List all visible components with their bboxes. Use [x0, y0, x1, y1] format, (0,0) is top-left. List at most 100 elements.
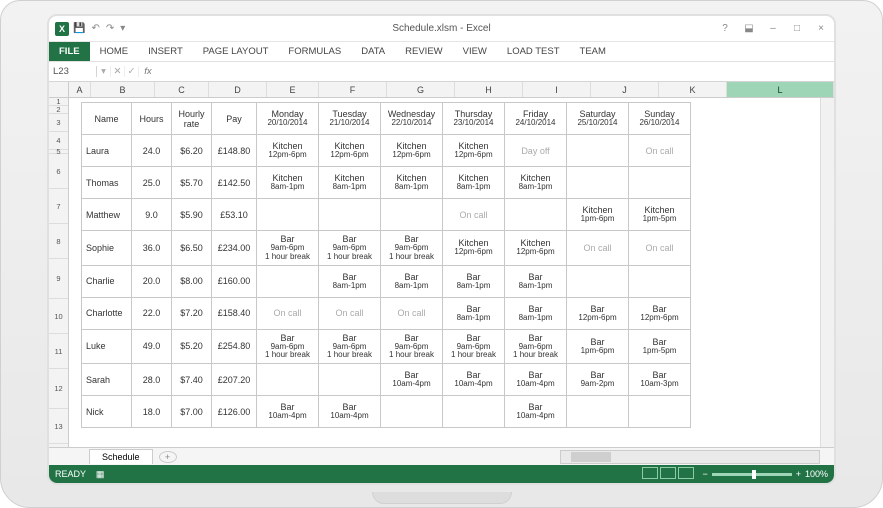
cell-shift[interactable] [567, 167, 629, 199]
cell-hours[interactable]: 20.0 [132, 265, 172, 297]
cell-shift[interactable]: Bar12pm-6pm [567, 297, 629, 329]
qat-customize-icon[interactable]: ▾ [120, 23, 125, 34]
qat-redo-icon[interactable]: ↷ [106, 23, 114, 34]
col-header[interactable]: K [659, 82, 727, 97]
cell-shift[interactable]: Bar12pm-6pm [629, 297, 691, 329]
cell-pay[interactable]: £148.80 [212, 135, 257, 167]
cell-rate[interactable]: $6.20 [172, 135, 212, 167]
cell-shift[interactable]: Kitchen8am-1pm [319, 167, 381, 199]
cell-name[interactable]: Sarah [82, 364, 132, 396]
cell-rate[interactable]: $8.00 [172, 265, 212, 297]
spreadsheet-grid[interactable]: NameHoursHourly ratePayMonday20/10/2014T… [69, 98, 820, 447]
cell-shift[interactable]: Bar8am-1pm [381, 265, 443, 297]
cell-name[interactable]: Sophie [82, 231, 132, 266]
tab-file[interactable]: FILE [49, 42, 90, 61]
cell-shift[interactable] [257, 364, 319, 396]
cell-shift[interactable]: Kitchen8am-1pm [505, 167, 567, 199]
cell-rate[interactable]: $7.00 [172, 396, 212, 428]
cell-rate[interactable]: $5.70 [172, 167, 212, 199]
cell-name[interactable]: Laura [82, 135, 132, 167]
cell-hours[interactable]: 28.0 [132, 364, 172, 396]
zoom-level[interactable]: 100% [805, 469, 828, 479]
vertical-scrollbar[interactable] [820, 98, 834, 447]
qat-save-icon[interactable]: 💾 [73, 23, 85, 34]
cell-shift[interactable]: Kitchen8am-1pm [381, 167, 443, 199]
row-header[interactable]: 9 [49, 259, 68, 299]
fx-icon[interactable]: fx [139, 66, 157, 77]
cell-shift[interactable]: Bar9am-6pm1 hour break [257, 231, 319, 266]
row-header[interactable]: 6 [49, 154, 68, 189]
cell-shift[interactable] [257, 199, 319, 231]
cell-shift[interactable] [629, 167, 691, 199]
formula-cancel-icon[interactable]: ✕ [111, 66, 125, 77]
macro-record-icon[interactable]: ▦ [96, 469, 105, 479]
col-header[interactable]: C [155, 82, 209, 97]
cell-hours[interactable]: 18.0 [132, 396, 172, 428]
cell-hours[interactable]: 49.0 [132, 329, 172, 364]
row-header[interactable]: 2 [49, 106, 68, 114]
cell-pay[interactable]: £207.20 [212, 364, 257, 396]
formula-enter-icon[interactable]: ✓ [125, 66, 139, 77]
row-header[interactable]: 12 [49, 369, 68, 409]
cell-shift[interactable]: Kitchen1pm-5pm [629, 199, 691, 231]
cell-name[interactable]: Matthew [82, 199, 132, 231]
cell-shift[interactable]: Bar10am-4pm [443, 364, 505, 396]
col-header-selected[interactable]: L [727, 82, 834, 97]
cell-name[interactable]: Charlie [82, 265, 132, 297]
row-header[interactable]: 13 [49, 409, 68, 444]
cell-hours[interactable]: 36.0 [132, 231, 172, 266]
cell-shift[interactable]: Kitchen8am-1pm [443, 167, 505, 199]
cell-shift[interactable] [257, 265, 319, 297]
cell-shift[interactable]: On call [629, 231, 691, 266]
cell-shift[interactable] [505, 199, 567, 231]
cell-rate[interactable]: $5.90 [172, 199, 212, 231]
cell-shift[interactable] [381, 199, 443, 231]
cell-shift[interactable]: Kitchen12pm-6pm [381, 135, 443, 167]
cell-name[interactable]: Charlotte [82, 297, 132, 329]
cell-hours[interactable]: 22.0 [132, 297, 172, 329]
cell-shift[interactable]: On call [443, 199, 505, 231]
cell-rate[interactable]: $5.20 [172, 329, 212, 364]
col-header[interactable]: B [91, 82, 155, 97]
tab-formulas[interactable]: FORMULAS [278, 42, 351, 61]
cell-pay[interactable]: £234.00 [212, 231, 257, 266]
col-header[interactable]: J [591, 82, 659, 97]
cell-shift[interactable]: Kitchen12pm-6pm [443, 231, 505, 266]
cell-shift[interactable] [567, 265, 629, 297]
view-switcher[interactable] [640, 467, 694, 481]
cell-shift[interactable] [629, 396, 691, 428]
col-header[interactable]: G [387, 82, 455, 97]
tab-home[interactable]: HOME [90, 42, 139, 61]
cell-shift[interactable] [567, 396, 629, 428]
cell-shift[interactable]: On call [319, 297, 381, 329]
cell-shift[interactable] [319, 364, 381, 396]
cell-pay[interactable]: £254.80 [212, 329, 257, 364]
cell-rate[interactable]: $6.50 [172, 231, 212, 266]
col-header[interactable]: I [523, 82, 591, 97]
sheet-tab-schedule[interactable]: Schedule [89, 449, 153, 464]
horizontal-scrollbar[interactable] [560, 450, 820, 464]
tab-page-layout[interactable]: PAGE LAYOUT [193, 42, 279, 61]
cell-shift[interactable]: Kitchen1pm-6pm [567, 199, 629, 231]
row-header[interactable]: 11 [49, 334, 68, 369]
cell-shift[interactable]: Kitchen12pm-6pm [257, 135, 319, 167]
row-header[interactable]: 7 [49, 189, 68, 224]
tab-insert[interactable]: INSERT [138, 42, 193, 61]
cell-shift[interactable]: On call [567, 231, 629, 266]
restore-button[interactable]: □ [790, 23, 804, 34]
cell-shift[interactable]: Bar9am-6pm1 hour break [505, 329, 567, 364]
name-box-dropdown-icon[interactable]: ▾ [97, 66, 111, 77]
cell-shift[interactable]: Bar10am-4pm [381, 364, 443, 396]
cell-name[interactable]: Nick [82, 396, 132, 428]
tab-data[interactable]: DATA [351, 42, 395, 61]
cell-shift[interactable] [319, 199, 381, 231]
cell-shift[interactable]: On call [629, 135, 691, 167]
cell-shift[interactable] [443, 396, 505, 428]
zoom-slider[interactable] [712, 473, 792, 476]
cell-pay[interactable]: £126.00 [212, 396, 257, 428]
cell-hours[interactable]: 25.0 [132, 167, 172, 199]
cell-shift[interactable]: Kitchen12pm-6pm [319, 135, 381, 167]
help-button[interactable]: ? [718, 23, 732, 34]
cell-shift[interactable]: Bar8am-1pm [443, 265, 505, 297]
row-header[interactable]: 3 [49, 114, 68, 132]
